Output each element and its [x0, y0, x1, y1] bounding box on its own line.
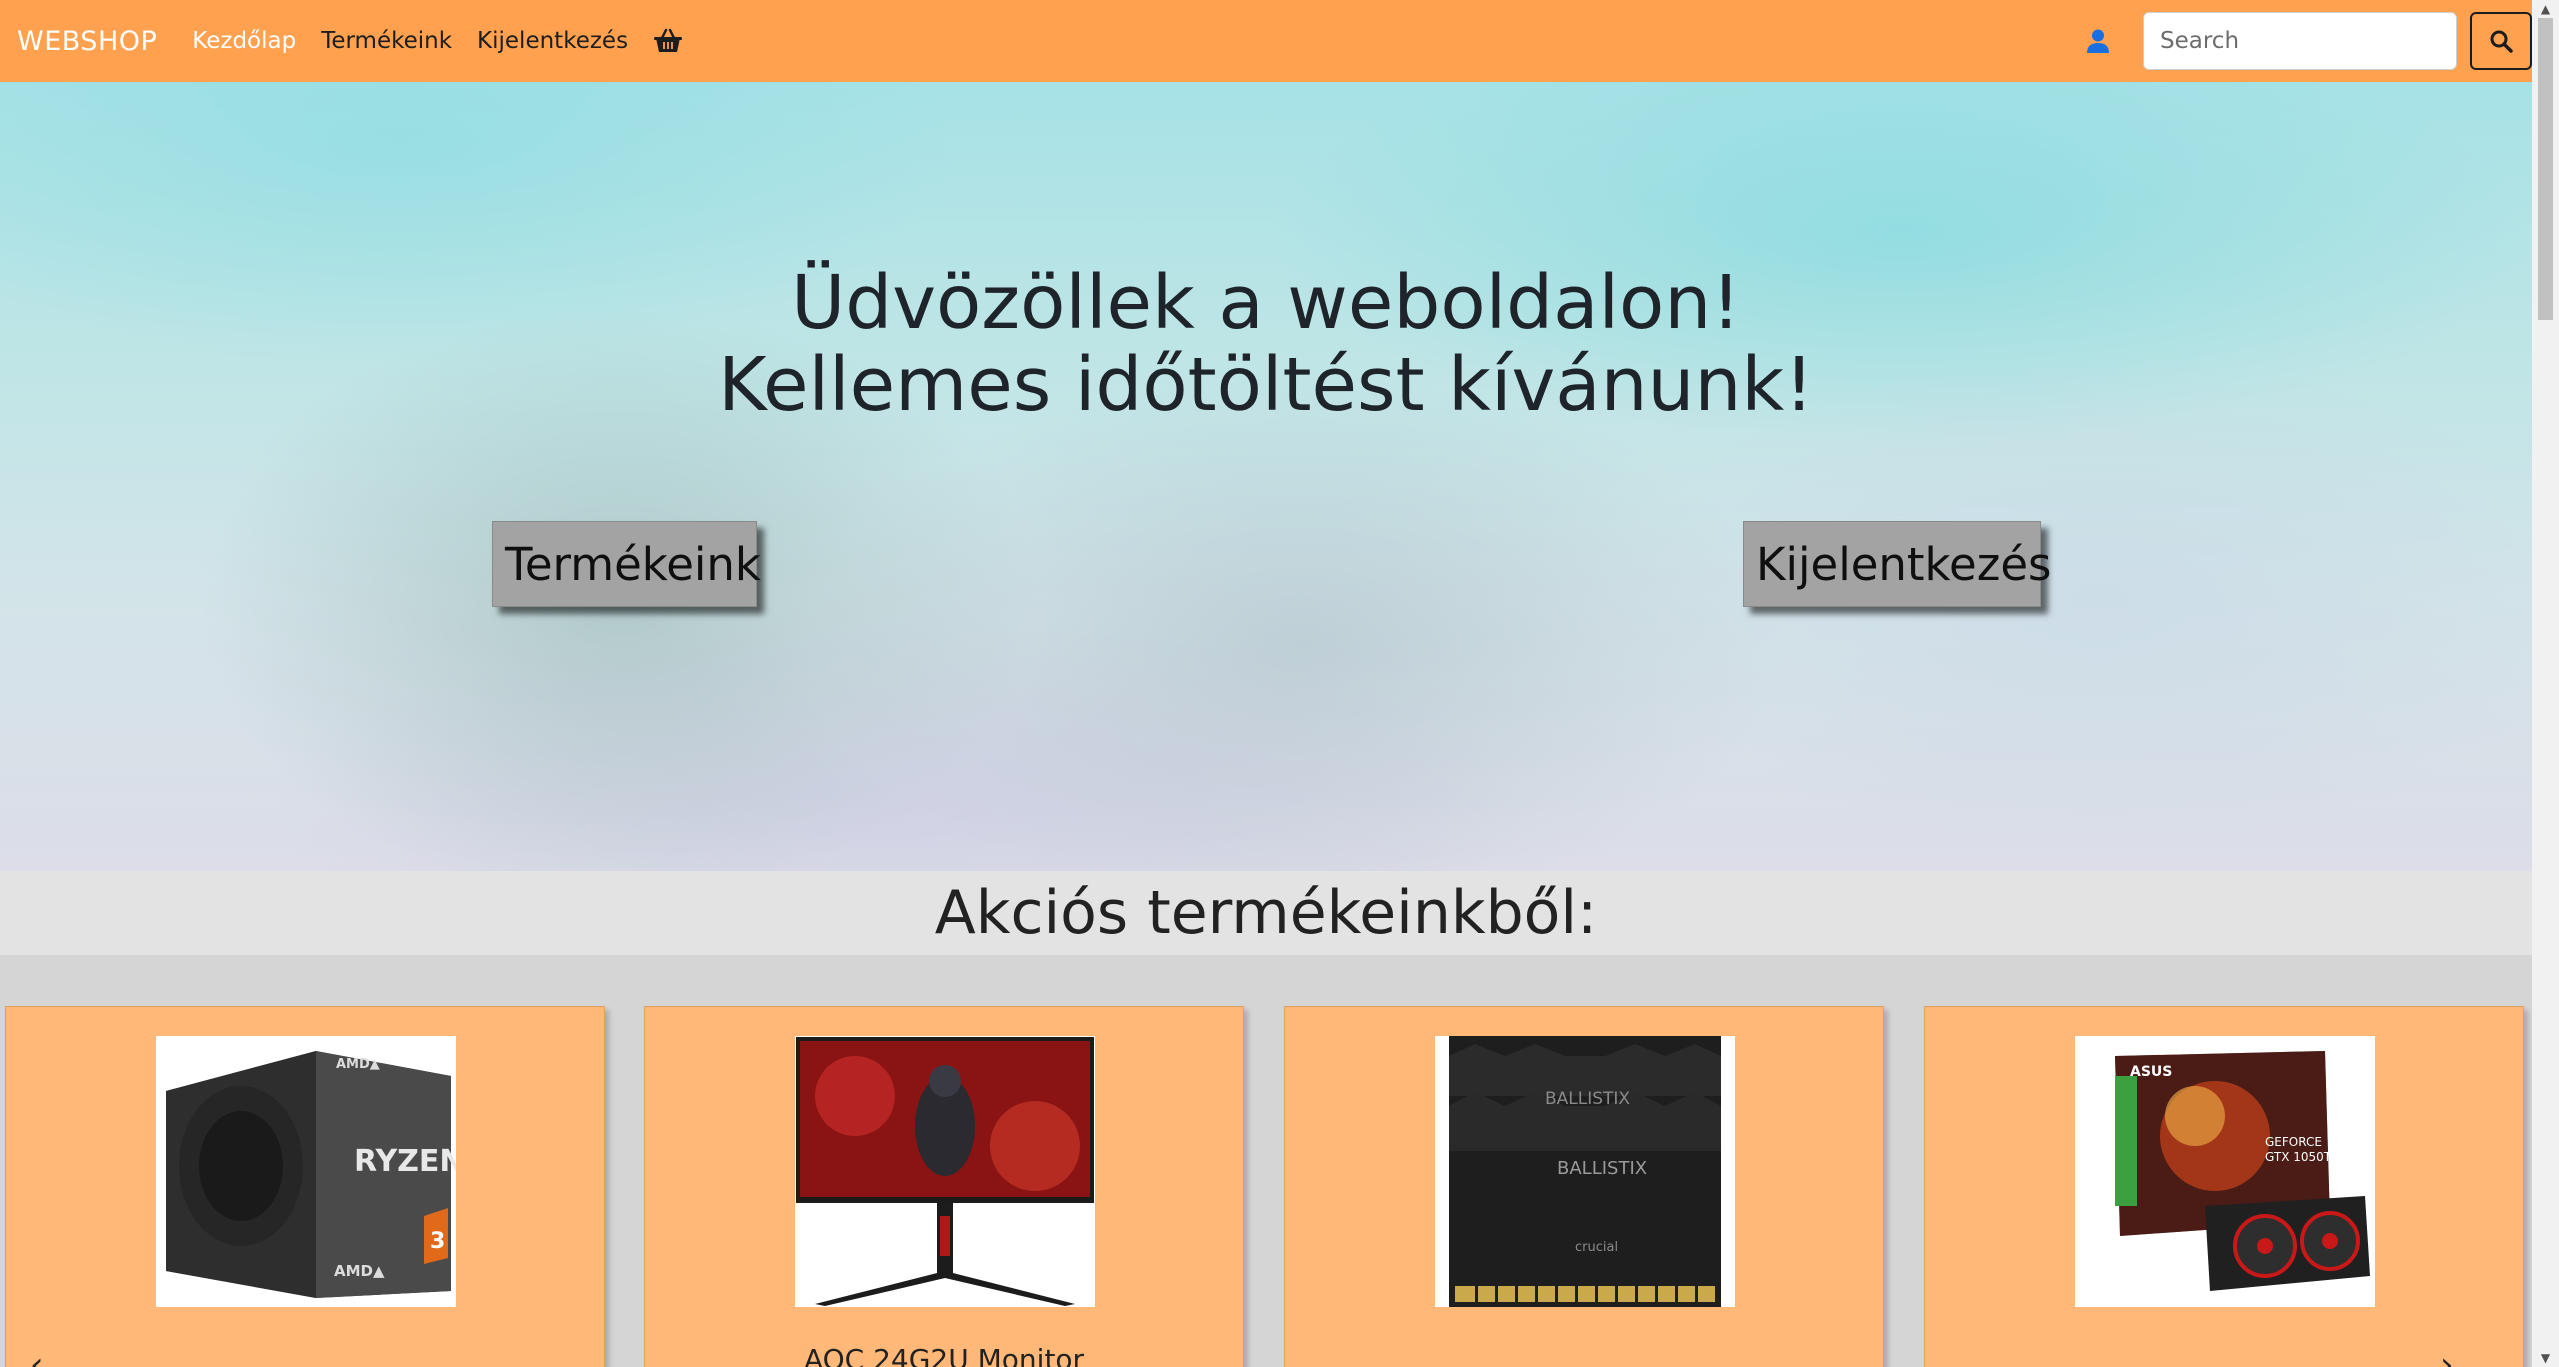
product-card[interactable]: BALLISTIX BALLISTIX crucial — [1284, 1006, 1884, 1367]
svg-text:ASUS: ASUS — [2130, 1064, 2172, 1080]
nav-link-logout[interactable]: Kijelentkezés — [477, 28, 628, 54]
navbar: WEBSHOP Kezdőlap Termékeink Kijelentkezé… — [0, 0, 2532, 82]
user-icon[interactable] — [2083, 26, 2113, 56]
hero-title-line-1: Üdvözöllek a weboldalon! — [791, 260, 1741, 346]
scrollbar-thumb[interactable] — [2538, 18, 2553, 320]
svg-text:GTX 1050Ti: GTX 1050Ti — [2265, 1150, 2334, 1164]
search-button[interactable] — [2470, 12, 2532, 70]
ballistix-ram-image[interactable]: BALLISTIX BALLISTIX crucial — [1435, 1036, 1735, 1307]
asus-gtx-1050ti-image[interactable]: ASUS GEFORCE GTX 1050Ti — [2075, 1036, 2375, 1307]
hero-banner: Üdvözöllek a weboldalon! Kellemes időtöl… — [0, 82, 2532, 871]
section-title: Akciós termékeinkből: — [934, 878, 1598, 948]
svg-text:GEFORCE: GEFORCE — [2265, 1135, 2322, 1149]
product-card[interactable]: ASUS GEFORCE GTX 1050Ti — [1924, 1006, 2524, 1367]
svg-text:BALLISTIX: BALLISTIX — [1545, 1089, 1630, 1109]
svg-text:AMD▲: AMD▲ — [336, 1057, 380, 1072]
product-card[interactable]: AMD▲ RYZEN 3 AMD▲ — [5, 1006, 605, 1367]
hero-logout-button[interactable]: Kijelentkezés — [1743, 521, 2051, 607]
carousel-next-button[interactable]: › — [2440, 1345, 2454, 1367]
hero-title-line-2: Kellemes időtöltést kívánunk! — [718, 342, 1814, 428]
scroll-up-icon[interactable]: ▲ — [2532, 0, 2559, 18]
amd-ryzen-3-box-image[interactable]: AMD▲ RYZEN 3 AMD▲ — [156, 1036, 456, 1307]
svg-text:RYZEN: RYZEN — [354, 1144, 456, 1179]
hero-products-button[interactable]: Termékeink — [492, 521, 761, 607]
nav-link-products[interactable]: Termékeink — [321, 28, 452, 54]
nav-link-home[interactable]: Kezdőlap — [192, 28, 296, 54]
page: WEBSHOP Kezdőlap Termékeink Kijelentkezé… — [0, 0, 2559, 1367]
shopping-basket-icon[interactable] — [653, 26, 683, 56]
svg-text:crucial: crucial — [1575, 1240, 1618, 1255]
svg-text:3: 3 — [430, 1229, 445, 1254]
hero-title: Üdvözöllek a weboldalon! Kellemes időtöl… — [0, 262, 2532, 426]
search-icon — [2490, 30, 2513, 53]
brand-logo[interactable]: WEBSHOP — [17, 26, 157, 57]
carousel-prev-button[interactable]: ‹ — [30, 1345, 44, 1367]
vertical-scrollbar[interactable]: ▲ ▼ — [2532, 0, 2559, 1367]
product-card[interactable]: AOC 24G2U Monitor — [644, 1006, 1244, 1367]
scroll-down-icon[interactable]: ▼ — [2532, 1349, 2559, 1367]
search-input[interactable] — [2143, 12, 2457, 70]
product-name[interactable]: AOC 24G2U Monitor — [645, 1343, 1243, 1367]
aoc-monitor-image[interactable] — [795, 1036, 1095, 1307]
nav-right — [2083, 0, 2532, 82]
section-header: Akciós termékeinkből: — [0, 871, 2532, 955]
product-carousel: AMD▲ RYZEN 3 AMD▲ AOC 24G2U Monitor BALL… — [0, 955, 2532, 1367]
svg-text:BALLISTIX: BALLISTIX — [1557, 1158, 1647, 1179]
svg-text:AMD▲: AMD▲ — [334, 1262, 385, 1280]
